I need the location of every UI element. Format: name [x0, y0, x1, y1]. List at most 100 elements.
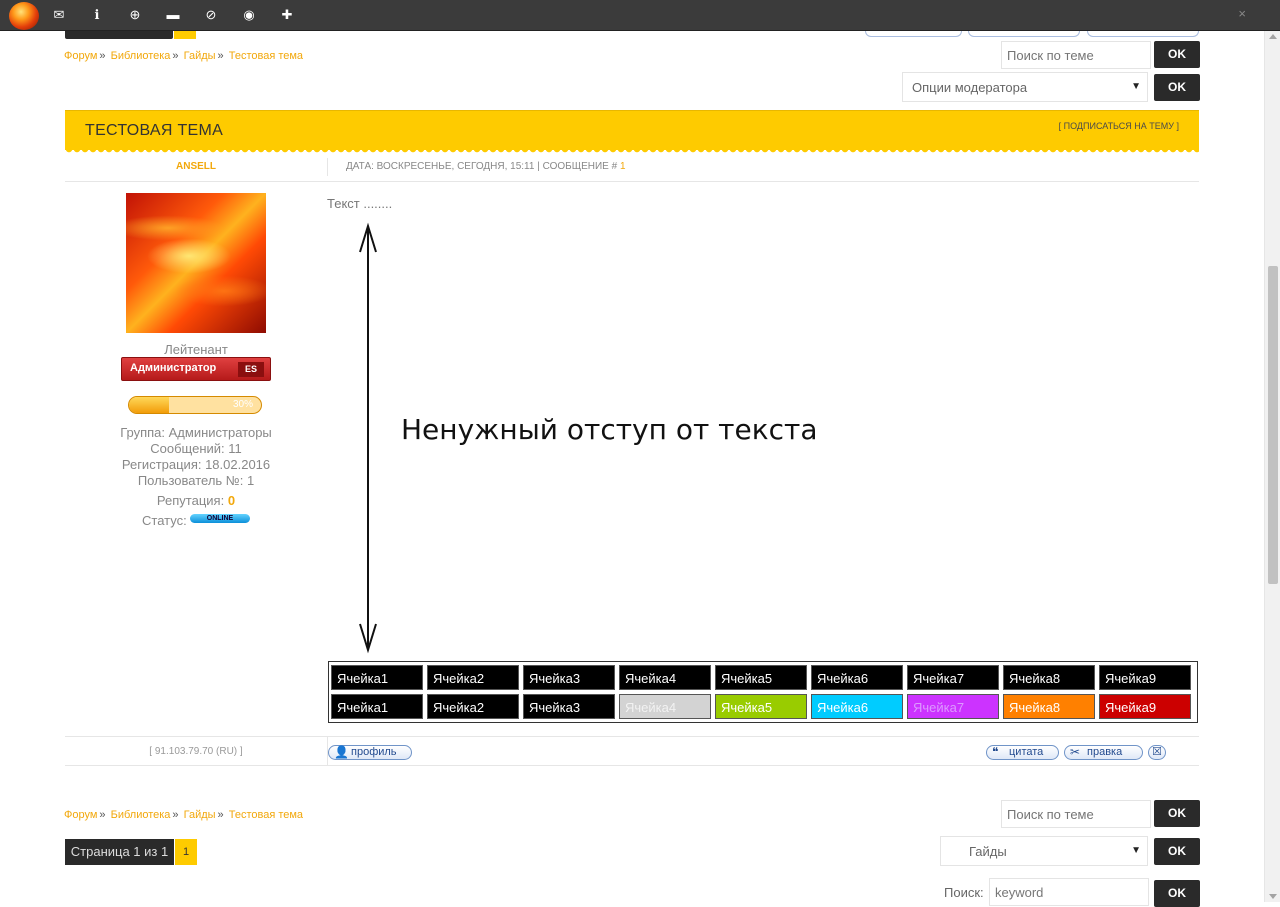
breadcrumb-library[interactable]: Библиотека: [111, 50, 171, 62]
avatar[interactable]: [126, 193, 266, 333]
status-badge: ONLINE: [190, 514, 250, 523]
pager-page-1[interactable]: 1: [175, 839, 197, 865]
scroll-up-icon[interactable]: [1269, 34, 1277, 39]
tab-remnant-2[interactable]: [968, 31, 1080, 37]
row2-cell-5: Ячейка5: [715, 694, 807, 719]
row2-cell-4: Ячейка4: [619, 694, 711, 719]
row2-cell-8: Ячейка8: [1003, 694, 1095, 719]
row1-cell-8: Ячейка8: [1003, 665, 1095, 690]
status-label: Статус:: [142, 513, 187, 528]
pager-label: Страница 1 из 1: [65, 839, 174, 865]
top-toolbar: ✉ ℹ ⊕ ▬ ⊘ ◉ ✚ ×: [0, 0, 1280, 31]
scroll-down-icon[interactable]: [1269, 894, 1277, 899]
reputation-label: Репутация:: [156, 493, 225, 508]
row2-cell-3: Ячейка3: [523, 694, 615, 719]
divider: [327, 158, 328, 176]
breadcrumb-forum[interactable]: Форум: [64, 809, 97, 821]
user-number: Пользователь №: 1: [137, 473, 255, 488]
row1-cell-6: Ячейка6: [811, 665, 903, 690]
admin-badge-label: Администратор: [130, 362, 217, 374]
admin-badge-tag: ES: [238, 362, 264, 377]
breadcrumb-library[interactable]: Библиотека: [111, 809, 171, 821]
post-text: Текст ........: [327, 196, 393, 211]
cells-table: Ячейка1 Ячейка2 Ячейка3 Ячейка4 Ячейка5 Ячейк…: [328, 661, 1198, 723]
user-icon: 👤: [334, 745, 349, 759]
row2-cell-7: Ячейка7: [907, 694, 999, 719]
user-messages: Сообщений: 11: [150, 441, 242, 456]
moderator-options-value: Опции модератора: [912, 80, 1028, 95]
top-pager-remnant: [65, 31, 173, 39]
user-registered: Регистрация: 18.02.2016: [121, 457, 271, 472]
envelope-icon[interactable]: ✉: [50, 6, 68, 24]
row2-cell-9: Ячейка9: [1099, 694, 1191, 719]
rank-progress-bar: 30%: [128, 396, 262, 414]
row2-cell-1: Ячейка1: [331, 694, 423, 719]
eye-icon[interactable]: ◉: [240, 6, 258, 24]
puzzle-icon[interactable]: ✚: [278, 6, 296, 24]
topic-search-input-bottom[interactable]: [1001, 800, 1151, 828]
breadcrumb-guides[interactable]: Гайды: [184, 809, 216, 821]
moderator-ok-button[interactable]: OK: [1154, 74, 1200, 101]
quote-icon: ❝: [992, 745, 999, 759]
topic-header: ТЕСТОВАЯ ТЕМА [ ПОДПИСАТЬСЯ НА ТЕМУ ]: [65, 110, 1199, 155]
moderator-options-select[interactable]: Опции модератора ▼: [902, 72, 1148, 102]
topic-search-ok-button-bottom[interactable]: OK: [1154, 800, 1200, 827]
topic-search-ok-button[interactable]: OK: [1154, 41, 1200, 68]
delete-button[interactable]: ☒: [1148, 745, 1166, 760]
progress-fill: [129, 397, 169, 413]
profile-button[interactable]: 👤 профиль: [328, 745, 412, 760]
header-scallop-edge: [65, 149, 1199, 155]
tab-remnant-3[interactable]: [1087, 31, 1199, 37]
chevron-down-icon: ▼: [1131, 845, 1141, 856]
post-number-link[interactable]: 1: [620, 161, 626, 172]
row2-cell-2: Ячейка2: [427, 694, 519, 719]
scissors-icon: ✂: [1070, 745, 1081, 759]
delete-icon: ☒: [1152, 746, 1162, 758]
breadcrumb-forum[interactable]: Форум: [64, 50, 97, 62]
post-ip: [ 91.103.79.70 (RU) ]: [149, 746, 243, 757]
row1-cell-9: Ячейка9: [1099, 665, 1191, 690]
progress-label: 30%: [232, 399, 253, 410]
post-meta: ДАТА: ВОСКРЕСЕНЬЕ, СЕГОДНЯ, 15:11 | СООБ…: [346, 161, 626, 172]
row2-cell-6: Ячейка6: [811, 694, 903, 719]
user-group: Группа: Администраторы: [120, 425, 272, 440]
app-logo[interactable]: [9, 2, 39, 30]
breadcrumb-topic[interactable]: Тестовая тема: [229, 50, 303, 62]
breadcrumb-guides[interactable]: Гайды: [184, 50, 216, 62]
block-icon[interactable]: ⊘: [202, 6, 220, 24]
forum-jump-ok-button[interactable]: OK: [1154, 838, 1200, 865]
double-arrow-icon: [359, 222, 377, 654]
plus-icon[interactable]: ⊕: [126, 6, 144, 24]
user-rank: Лейтенант: [164, 342, 228, 357]
divider: [65, 181, 1199, 182]
subscribe-link[interactable]: [ ПОДПИСАТЬСЯ НА ТЕМУ ]: [1059, 121, 1179, 131]
quote-label: цитата: [1009, 746, 1044, 758]
quote-button[interactable]: ❝ цитата: [986, 745, 1059, 760]
admin-badge: Администратор ES: [121, 357, 271, 381]
row1-cell-1: Ячейка1: [331, 665, 423, 690]
keyword-search-ok-button[interactable]: OK: [1154, 880, 1200, 907]
breadcrumb-topic[interactable]: Тестовая тема: [229, 809, 303, 821]
profile-label: профиль: [351, 746, 397, 758]
search-label: Поиск:: [944, 885, 984, 900]
info-icon[interactable]: ℹ: [88, 6, 106, 24]
edit-label: правка: [1087, 746, 1123, 758]
row1-cell-2: Ячейка2: [427, 665, 519, 690]
row1-cell-5: Ячейка5: [715, 665, 807, 690]
post-author[interactable]: ANSELL: [65, 161, 327, 172]
tab-remnant-1[interactable]: [865, 31, 962, 37]
reputation-value[interactable]: 0: [228, 493, 235, 508]
edit-button[interactable]: ✂ правка: [1064, 745, 1143, 760]
breadcrumb: Форум» Библиотека» Гайды» Тестовая тема: [64, 50, 304, 62]
close-icon[interactable]: ×: [1238, 6, 1246, 21]
scrollbar[interactable]: [1264, 31, 1280, 902]
folder-icon[interactable]: ▬: [164, 6, 182, 24]
scrollbar-thumb[interactable]: [1268, 266, 1278, 584]
forum-jump-select[interactable]: Гайды ▼: [940, 836, 1148, 866]
top-pager-page-remnant: [174, 31, 196, 39]
row1-cell-3: Ячейка3: [523, 665, 615, 690]
breadcrumb-bottom: Форум» Библиотека» Гайды» Тестовая тема: [64, 809, 304, 821]
topic-search-input[interactable]: [1001, 41, 1151, 69]
forum-jump-value: Гайды: [969, 844, 1007, 859]
divider: [65, 736, 1199, 737]
